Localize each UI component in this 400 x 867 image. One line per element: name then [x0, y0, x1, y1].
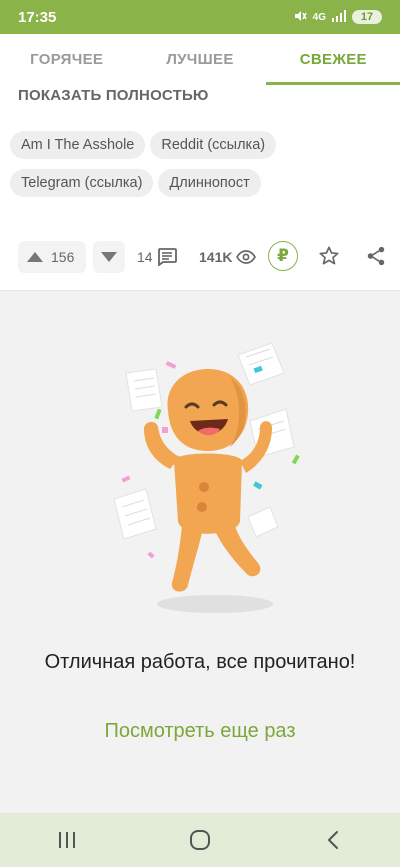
tag-chip[interactable]: Am I The Asshole — [10, 131, 146, 159]
comment-icon — [157, 248, 177, 266]
tag-chip[interactable]: Telegram (ссылка) — [10, 169, 154, 197]
upvote-count: 156 — [51, 249, 75, 265]
post-card: ГОРЯЧЕЕ ЛУЧШЕЕ СВЕЖЕЕ ПОКАЗАТЬ ПОЛНОСТЬЮ… — [0, 34, 400, 291]
share-icon — [365, 245, 387, 267]
tag-list: Am I The Asshole Reddit (ссылка) Telegram… — [10, 131, 390, 207]
star-icon — [318, 245, 340, 267]
tab-best[interactable]: ЛУЧШЕЕ — [133, 34, 266, 84]
post-actions: 156 14 141K ₽ — [0, 232, 400, 284]
triangle-down-icon — [101, 252, 117, 262]
tab-hot[interactable]: ГОРЯЧЕЕ — [0, 34, 133, 84]
comments-button[interactable]: 14 — [137, 241, 177, 273]
back-button[interactable] — [303, 820, 363, 860]
ruble-icon: ₽ — [277, 246, 289, 265]
eye-icon — [236, 250, 257, 264]
downvote-button[interactable] — [93, 241, 125, 273]
all-read-message: Отличная работа, все прочитано! — [44, 651, 356, 673]
network-type: 4G — [312, 11, 326, 23]
recents-button[interactable] — [37, 820, 97, 860]
views-count: 141K — [199, 249, 233, 265]
battery-level: 17 — [352, 10, 382, 24]
save-button[interactable] — [318, 245, 340, 267]
donate-button[interactable]: ₽ — [268, 241, 298, 271]
feed-tabs: ГОРЯЧЕЕ ЛУЧШЕЕ СВЕЖЕЕ — [0, 34, 400, 85]
triangle-up-icon — [27, 252, 43, 262]
share-button[interactable] — [365, 245, 387, 267]
mute-icon — [293, 9, 307, 26]
upvote-button[interactable]: 156 — [18, 241, 86, 273]
status-icons: 4G 17 — [293, 9, 382, 26]
active-tab-indicator — [266, 82, 400, 85]
status-time: 17:35 — [18, 8, 57, 26]
back-icon — [326, 830, 340, 850]
home-button[interactable] — [170, 820, 230, 860]
recents-icon — [57, 831, 77, 849]
views-counter: 141K — [199, 241, 257, 273]
view-again-button[interactable]: Посмотреть еще раз — [0, 720, 400, 743]
home-icon — [189, 829, 211, 851]
system-navigation-bar — [0, 813, 400, 867]
tag-chip[interactable]: Reddit (ссылка) — [150, 131, 277, 159]
show-full-button[interactable]: ПОКАЗАТЬ ПОЛНОСТЬЮ — [18, 87, 209, 104]
empty-state: Отличная работа, все прочитано! Посмотре… — [0, 291, 400, 813]
comments-count: 14 — [137, 249, 153, 265]
signal-icon — [332, 9, 346, 25]
happy-mascot-illustration — [113, 342, 300, 613]
tag-chip[interactable]: Длиннопост — [158, 169, 261, 197]
tab-fresh[interactable]: СВЕЖЕЕ — [267, 34, 400, 84]
status-bar: 17:35 4G 17 — [0, 0, 400, 34]
